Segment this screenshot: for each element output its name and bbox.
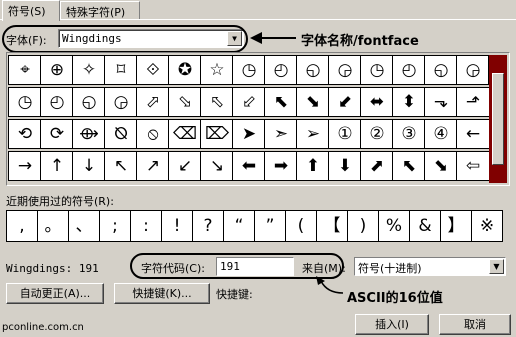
tab-body-border [0,19,516,20]
watermark: pconline.com.cn [2,322,84,333]
recent-symbol-cell[interactable]: 【 [316,210,348,242]
recent-symbol-cell[interactable]: % [378,210,410,242]
arrow-callout-icon [316,276,344,294]
symbol-cell[interactable]: ⟳ [40,119,74,149]
recent-symbol-cell[interactable]: ” [254,210,286,242]
symbol-cell[interactable]: ◷ [8,87,42,117]
symbol-cell[interactable]: ⌑ [104,55,138,85]
ascii-callout-text: ASCII的16位值 [347,291,443,306]
symbol-cell[interactable]: ➡ [264,151,298,181]
symbol-cell[interactable]: ② [360,119,394,149]
shortcut-key-button[interactable]: 快捷键(K)... [114,283,210,304]
symbol-cell[interactable]: ⟴ [72,119,106,149]
symbol-cell[interactable]: ◶ [328,55,362,85]
from-label: 来自(M): [302,262,346,275]
symbol-cell[interactable]: ◴ [40,87,74,117]
recent-symbol-cell[interactable]: “ [223,210,255,242]
recent-symbol-cell[interactable]: ; [99,210,131,242]
chevron-down-icon[interactable]: ▼ [489,259,504,274]
symbol-cell[interactable]: ⌖ [8,55,42,85]
symbol-cell[interactable]: ↗ [136,151,170,181]
recent-symbol-cell[interactable]: ? [192,210,224,242]
symbol-cell[interactable]: ⟲ [8,119,42,149]
symbol-cell[interactable]: ◷ [232,55,266,85]
font-callout-oval [2,25,248,53]
symbol-cell[interactable]: ◶ [456,55,490,85]
symbol-cell[interactable]: ↙ [168,151,202,181]
symbol-cell[interactable]: ⟐ [136,55,170,85]
tab-special-characters[interactable]: 特殊字符(P) [60,1,140,20]
symbol-cell[interactable]: ◵ [296,55,330,85]
symbol-cell[interactable]: ⬁ [200,87,234,117]
recent-symbol-cell[interactable]: 。 [37,210,69,242]
symbol-cell[interactable]: ⬋ [328,87,362,117]
symbol-cell[interactable]: → [8,151,42,181]
symbol-cell[interactable]: ⌦ [200,119,234,149]
recent-symbol-cell[interactable]: : [130,210,162,242]
font-callout-text: 字体名称/fontface [301,34,419,49]
symbol-cell[interactable]: ⦸ [136,119,170,149]
symbol-cell[interactable]: ⬍ [392,87,426,117]
symbol-cell[interactable]: ↓ [72,151,106,181]
symbol-cell[interactable]: ◶ [104,87,138,117]
symbol-cell[interactable]: ◷ [360,55,394,85]
symbol-cell[interactable]: ⬃ [232,87,266,117]
from-select[interactable]: 符号(十进制) ▼ [354,257,506,276]
symbol-cell[interactable]: ✪ [168,55,202,85]
recent-symbol-cell[interactable]: 、 [68,210,100,242]
symbol-cell[interactable]: ➢ [296,119,330,149]
recent-symbols-label: 近期使用过的符号(R): [6,195,114,208]
font-code-status: Wingdings: 191 [6,262,99,275]
symbol-cell[interactable]: ⦰ [104,119,138,149]
symbol-cell[interactable]: ⬊ [296,87,330,117]
from-select-value: 符号(十进制) [358,262,422,275]
symbol-cell[interactable]: ⬉ [264,87,298,117]
symbol-cell[interactable]: ⬇ [328,151,362,181]
shortcut-status-label: 快捷键: [216,288,253,301]
symbol-scrollbar[interactable] [489,55,507,183]
symbol-cell[interactable]: ☆ [200,55,234,85]
arrow-left-icon [250,32,296,44]
cancel-button[interactable]: 取消 [439,314,511,335]
symbol-cell[interactable]: ⬂ [168,87,202,117]
symbol-cell[interactable]: ⊕ [40,55,74,85]
symbol-cell[interactable]: ⬎ [424,87,458,117]
scroll-thumb[interactable] [492,73,504,165]
autocorrect-button[interactable]: 自动更正(A)... [6,283,104,304]
symbol-cell[interactable]: ➤ [232,119,266,149]
symbol-cell[interactable]: ↑ [40,151,74,181]
symbol-cell[interactable]: ↘ [200,151,234,181]
recent-symbol-cell[interactable]: ! [161,210,193,242]
symbol-cell[interactable]: ◴ [392,55,426,85]
tab-symbols[interactable]: 符号(S) [2,0,60,21]
symbol-cell[interactable]: ④ [424,119,458,149]
symbol-cell[interactable]: ◵ [72,87,106,117]
symbol-cell[interactable]: ➣ [264,119,298,149]
symbol-cell[interactable]: ① [328,119,362,149]
symbol-cell[interactable]: ⬈ [360,151,394,181]
insert-button[interactable]: 插入(I) [355,314,429,335]
symbol-cell[interactable]: ③ [392,119,426,149]
recent-symbol-cell[interactable]: , [6,210,38,242]
symbol-cell[interactable]: ⌫ [168,119,202,149]
recent-symbol-cell[interactable]: ) [347,210,379,242]
symbol-cell[interactable]: ← [456,119,490,149]
symbol-cell[interactable]: ⬌ [360,87,394,117]
symbol-cell[interactable]: ⬅ [232,151,266,181]
symbol-cell[interactable]: ◵ [424,55,458,85]
recent-symbol-cell[interactable]: ※ [471,210,503,242]
symbol-cell[interactable]: ⬊ [424,151,458,181]
recent-symbol-cell[interactable]: & [409,210,441,242]
symbol-cell[interactable]: ✧ [72,55,106,85]
symbol-cell[interactable]: ⇦ [456,151,490,181]
recent-symbol-cell[interactable]: ( [285,210,317,242]
symbol-cell[interactable]: ⬆ [296,151,330,181]
symbol-cell[interactable]: ⬏ [456,87,490,117]
symbol-grid: ⌖ ⊕ ✧ ⌑ ⟐ ✪ ☆ ◷ ◴ ◵ ◶ ◷ ◴ ◵ ◶ ◷ ◴ ◵ ◶ ⬀ ⬂ ⬁ ⬃ ⬉ ⬊ ⬋ ⬌ ⬍ ⬎ ⬏ ⟲ ⟳ ⟴ ⦰ ⦸ ⌫ ⌦ ➤ ➣ ➢… [8,55,505,183]
symbol-cell[interactable]: ⬉ [392,151,426,181]
symbol-cell[interactable]: ◴ [264,55,298,85]
symbol-cell[interactable]: ⬀ [136,87,170,117]
symbol-cell[interactable]: ↖ [104,151,138,181]
recent-symbol-cell[interactable]: 】 [440,210,472,242]
